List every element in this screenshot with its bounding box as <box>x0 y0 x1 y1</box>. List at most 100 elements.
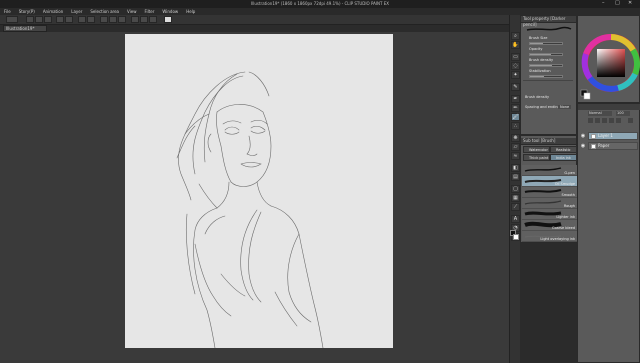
brush-item[interactable]: G-pen <box>522 165 577 176</box>
layer-opacity[interactable]: 100 <box>616 111 630 116</box>
zoom-tool-icon[interactable]: ⌕ <box>511 32 520 40</box>
decoration-tool-icon[interactable]: ❋ <box>511 134 520 142</box>
menu-file[interactable]: File <box>4 8 11 15</box>
brush-item[interactable]: Coarse bleed <box>522 220 577 231</box>
figure-tool-icon[interactable]: ▢ <box>511 185 520 193</box>
new-layer-icon[interactable] <box>588 118 593 123</box>
menu-filter[interactable]: Filter <box>145 8 155 15</box>
divider <box>523 80 573 81</box>
brush-item[interactable]: Lighter ink <box>522 209 577 220</box>
brush-tool-icon[interactable]: 🖌 <box>511 113 520 121</box>
menu-layer[interactable]: Layer <box>71 8 82 15</box>
blend-mode-select[interactable]: Normal <box>588 111 612 116</box>
menu-window[interactable]: Window <box>162 8 178 15</box>
close-button[interactable]: ✕ <box>628 0 632 6</box>
brush-item[interactable]: Smooth <box>522 187 577 198</box>
tab-watercolor[interactable]: Watercolor <box>523 146 550 153</box>
eye-icon[interactable] <box>6 16 18 23</box>
menu-bar: File Story(P) Animation Layer Selection … <box>0 8 640 15</box>
crop-icon[interactable] <box>109 16 117 23</box>
move-tool-icon[interactable]: ✋ <box>511 41 520 49</box>
brush-density-label: Brush density <box>529 58 554 62</box>
undo-icon[interactable] <box>56 16 64 23</box>
trash-icon[interactable] <box>628 118 633 123</box>
deselect-icon[interactable] <box>100 16 108 23</box>
menu-view[interactable]: View <box>127 8 137 15</box>
layer-name: Paper <box>598 143 610 148</box>
frame-tool-icon[interactable]: ▦ <box>511 194 520 202</box>
pen-tool-icon[interactable]: ✒ <box>511 95 520 103</box>
redo-icon[interactable] <box>65 16 73 23</box>
canvas-paper[interactable] <box>125 34 393 349</box>
eyedropper-tool-icon[interactable]: ✎ <box>511 83 520 91</box>
stabilization-slider[interactable] <box>529 75 563 78</box>
visibility-eye-icon[interactable]: ◉ <box>579 142 587 150</box>
menu-story[interactable]: Story(P) <box>19 8 35 15</box>
selection-tool-icon[interactable]: ▭ <box>511 53 520 61</box>
airbrush-tool-icon[interactable]: ∴ <box>511 122 520 130</box>
snap-grid-icon[interactable] <box>149 16 157 23</box>
maximize-button[interactable]: □ <box>615 0 620 6</box>
fill-tool-icon[interactable]: ◧ <box>511 164 520 172</box>
spacing-value[interactable]: None <box>558 105 572 109</box>
spacing-label: Spacing and ending <box>525 105 560 109</box>
pencil-tool-icon[interactable]: ✏ <box>511 104 520 112</box>
layer-panel: Normal 100 ◉ Layer 1 ◉ Paper <box>577 103 640 363</box>
sub-color-icon[interactable] <box>513 234 519 240</box>
opacity-slider[interactable] <box>529 53 563 56</box>
clip-studio-icon[interactable] <box>164 16 172 23</box>
snap-ruler-icon[interactable] <box>140 16 148 23</box>
layer-row[interactable]: Paper <box>588 142 638 150</box>
brush-preview <box>525 25 573 33</box>
brush-size-label: Brush Size <box>529 36 548 40</box>
tab-india-ink[interactable]: India ink <box>550 154 577 161</box>
blend-tool-icon[interactable]: ≈ <box>511 152 520 160</box>
brush-density-slider[interactable] <box>529 64 563 67</box>
transform-icon[interactable] <box>87 16 95 23</box>
lock-icon[interactable] <box>602 118 607 123</box>
color-wheel[interactable] <box>578 16 640 104</box>
gradient-tool-icon[interactable]: ▤ <box>511 173 520 181</box>
tab-thick-paint[interactable]: Thick paint <box>523 154 550 161</box>
brush-stroke-icon <box>524 167 562 172</box>
tool-property-title: Tool property [Darker pencil] <box>521 16 576 27</box>
text-tool-icon[interactable]: A <box>511 215 520 223</box>
lasso-tool-icon[interactable]: ◌ <box>511 62 520 70</box>
ruler-tool-icon[interactable]: ⟋ <box>511 203 520 211</box>
tool-strip: ⌕ ✋ ▭ ◌ ✦ ✎ ✒ ✏ 🖌 ∴ ❋ ▱ ≈ ◧ ▤ ▢ ▦ ⟋ A ◔ … <box>509 15 520 363</box>
new-file-icon[interactable] <box>26 16 34 23</box>
menu-animation[interactable]: Animation <box>43 8 63 15</box>
tab-realistic[interactable]: Realistic <box>550 146 577 153</box>
menu-help[interactable]: Help <box>186 8 195 15</box>
brush-stroke-icon <box>524 189 562 193</box>
minimize-button[interactable]: – <box>602 0 605 6</box>
reference-icon[interactable] <box>616 118 621 123</box>
magic-wand-tool-icon[interactable]: ✦ <box>511 71 520 79</box>
brush-item[interactable]: Oil Smudge <box>522 176 577 187</box>
visibility-eye-icon[interactable]: ◉ <box>579 132 587 140</box>
layer-panel-header <box>578 104 640 110</box>
brush-size-slider[interactable] <box>529 42 563 45</box>
brush-item[interactable]: Rough <box>522 198 577 209</box>
brush-stroke-icon <box>524 200 562 205</box>
brush-density2-label: Brush density <box>525 95 550 99</box>
layer-thumbnail <box>591 134 596 139</box>
menu-selection-area[interactable]: Selection area <box>90 8 119 15</box>
open-file-icon[interactable] <box>35 16 43 23</box>
snap-icon[interactable] <box>131 16 139 23</box>
invert-selection-icon[interactable] <box>118 16 126 23</box>
eraser-tool-icon[interactable]: ▱ <box>511 143 520 151</box>
document-tab[interactable]: Illustration19* <box>3 25 47 32</box>
command-bar <box>0 15 512 25</box>
save-icon[interactable] <box>44 16 52 23</box>
main-color-swatch[interactable] <box>509 229 520 243</box>
new-vector-layer-icon[interactable] <box>595 118 600 123</box>
tool-property-panel: Tool property [Darker pencil] Brush Size… <box>520 15 577 135</box>
clip-icon[interactable] <box>609 118 614 123</box>
clear-icon[interactable] <box>78 16 86 23</box>
layer-row[interactable]: Layer 1 <box>588 132 638 140</box>
sub-tool-title: Sub tool [Brush] <box>521 138 576 145</box>
window-title: Illustration19* (1860 x 1860px 72dpi 49.… <box>250 1 390 6</box>
brush-item[interactable]: Light overlaying ink <box>522 231 577 242</box>
layer-toolbar <box>588 118 638 123</box>
